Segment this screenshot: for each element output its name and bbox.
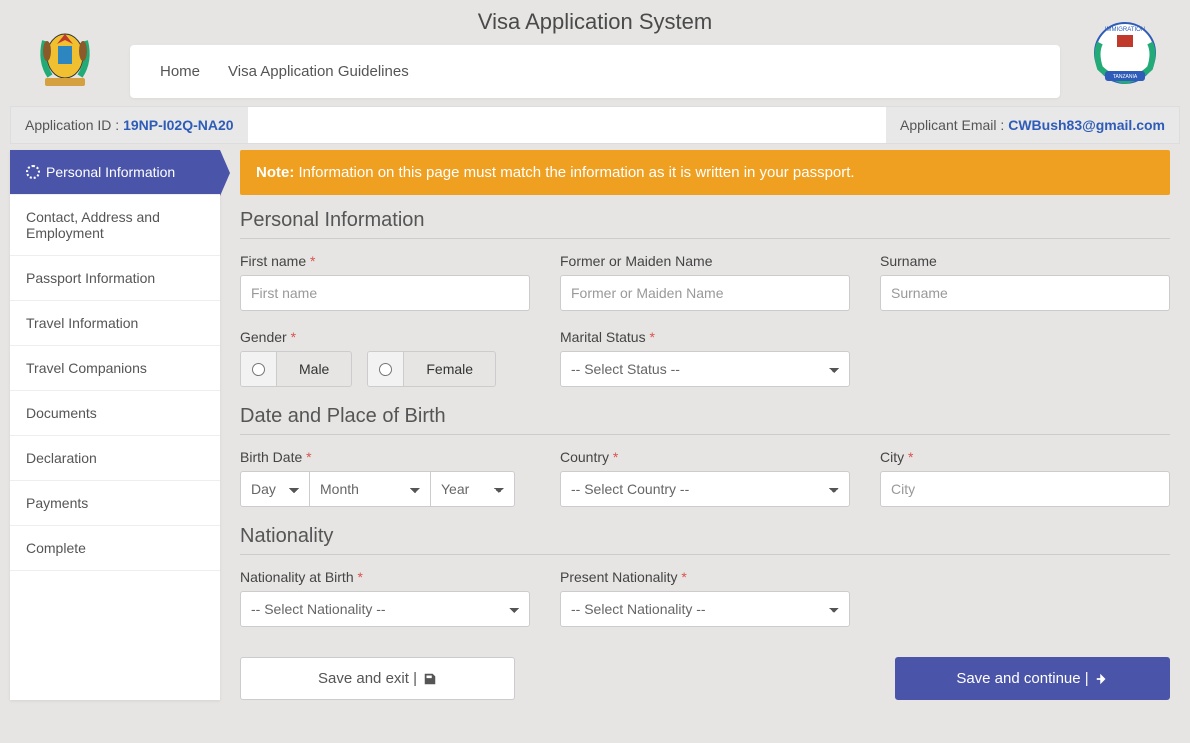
country-select[interactable]: -- Select Country -- [560,471,850,507]
applicant-email-label: Applicant Email : [900,117,1008,133]
gender-male-option[interactable]: Male [240,351,352,387]
immigration-logo: IMMIGRATION TANZANIA [1080,8,1170,98]
present-nationality-label: Present Nationality * [560,569,850,585]
marital-status-label: Marital Status * [560,329,850,345]
save-icon [423,672,437,686]
nationality-birth-label: Nationality at Birth * [240,569,530,585]
sidebar-item-travel-info[interactable]: Travel Information [10,301,220,346]
sidebar-item-declaration[interactable]: Declaration [10,436,220,481]
nav-home[interactable]: Home [160,63,200,80]
sidebar-item-complete[interactable]: Complete [10,526,220,571]
sidebar-item-documents[interactable]: Documents [10,391,220,436]
city-label: City * [880,449,1170,465]
tanzania-coat-of-arms-logo [20,13,110,93]
sidebar-item-passport[interactable]: Passport Information [10,256,220,301]
sidebar-item-travel-companions[interactable]: Travel Companions [10,346,220,391]
first-name-input[interactable] [240,275,530,311]
application-id-value: 19NP-I02Q-NA20 [123,117,234,133]
svg-text:IMMIGRATION: IMMIGRATION [1105,27,1145,33]
arrow-right-icon [1095,672,1109,686]
present-nationality-select[interactable]: -- Select Nationality -- [560,591,850,627]
birth-month-select[interactable]: Month [310,471,430,507]
applicant-email-value: CWBush83@gmail.com [1008,117,1165,133]
gender-female-option[interactable]: Female [367,351,496,387]
section-personal-title: Personal Information [240,209,1170,239]
id-bar: Application ID : 19NP-I02Q-NA20 Applican… [10,106,1180,144]
surname-label: Surname [880,253,1170,269]
note-alert: Note: Information on this page must matc… [240,150,1170,195]
section-dob-title: Date and Place of Birth [240,405,1170,435]
nav-guidelines[interactable]: Visa Application Guidelines [228,63,409,80]
former-name-input[interactable] [560,275,850,311]
svg-text:TANZANIA: TANZANIA [1113,74,1138,80]
section-nationality-title: Nationality [240,525,1170,555]
top-nav: Home Visa Application Guidelines [130,45,1060,98]
nationality-birth-select[interactable]: -- Select Nationality -- [240,591,530,627]
surname-input[interactable] [880,275,1170,311]
sidebar-item-personal-information[interactable]: Personal Information [10,150,220,195]
city-input[interactable] [880,471,1170,507]
birth-year-select[interactable]: Year [430,471,515,507]
former-name-label: Former or Maiden Name [560,253,850,269]
gender-label: Gender * [240,329,530,345]
marital-status-select[interactable]: -- Select Status -- [560,351,850,387]
application-id-label: Application ID : [25,117,123,133]
save-exit-button[interactable]: Save and exit | [240,657,515,700]
birth-day-select[interactable]: Day [240,471,310,507]
country-label: Country * [560,449,850,465]
birth-date-label: Birth Date * [240,449,530,465]
first-name-label: First name * [240,253,530,269]
sidebar: Personal Information Contact, Address an… [10,150,220,700]
system-title: Visa Application System [130,9,1060,35]
sidebar-item-payments[interactable]: Payments [10,481,220,526]
save-continue-button[interactable]: Save and continue | [895,657,1170,700]
sidebar-item-contact[interactable]: Contact, Address and Employment [10,195,220,256]
